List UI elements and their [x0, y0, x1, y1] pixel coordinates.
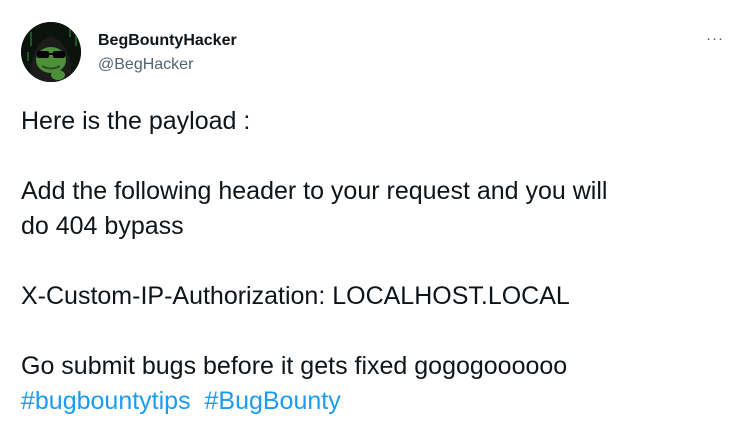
tweet-line: do 404 bypass — [21, 212, 184, 240]
tweet-line: X-Custom-IP-Authorization: LOCALHOST.LOC… — [21, 282, 570, 310]
tweet-card: BegBountyHacker @BegHacker ··· Here is t… — [0, 0, 739, 425]
more-options-icon[interactable]: ··· — [700, 28, 730, 50]
hashtag-row: #bugbountytips #BugBounty — [21, 384, 726, 419]
hacker-frog-avatar-icon — [21, 22, 81, 82]
tweet-text: Here is the payload : Add the following … — [21, 104, 726, 419]
tweet-line: Go submit bugs before it gets fixed gogo… — [21, 352, 568, 380]
hashtag-link[interactable]: #BugBounty — [205, 387, 341, 415]
author-display-name[interactable]: BegBountyHacker — [98, 31, 237, 51]
hashtag-link[interactable]: #bugbountytips — [21, 387, 191, 415]
avatar[interactable] — [21, 22, 81, 82]
tweet-line: Add the following header to your request… — [21, 177, 608, 205]
tweet-line: Here is the payload : — [21, 107, 251, 135]
author-handle[interactable]: @BegHacker — [98, 55, 193, 75]
